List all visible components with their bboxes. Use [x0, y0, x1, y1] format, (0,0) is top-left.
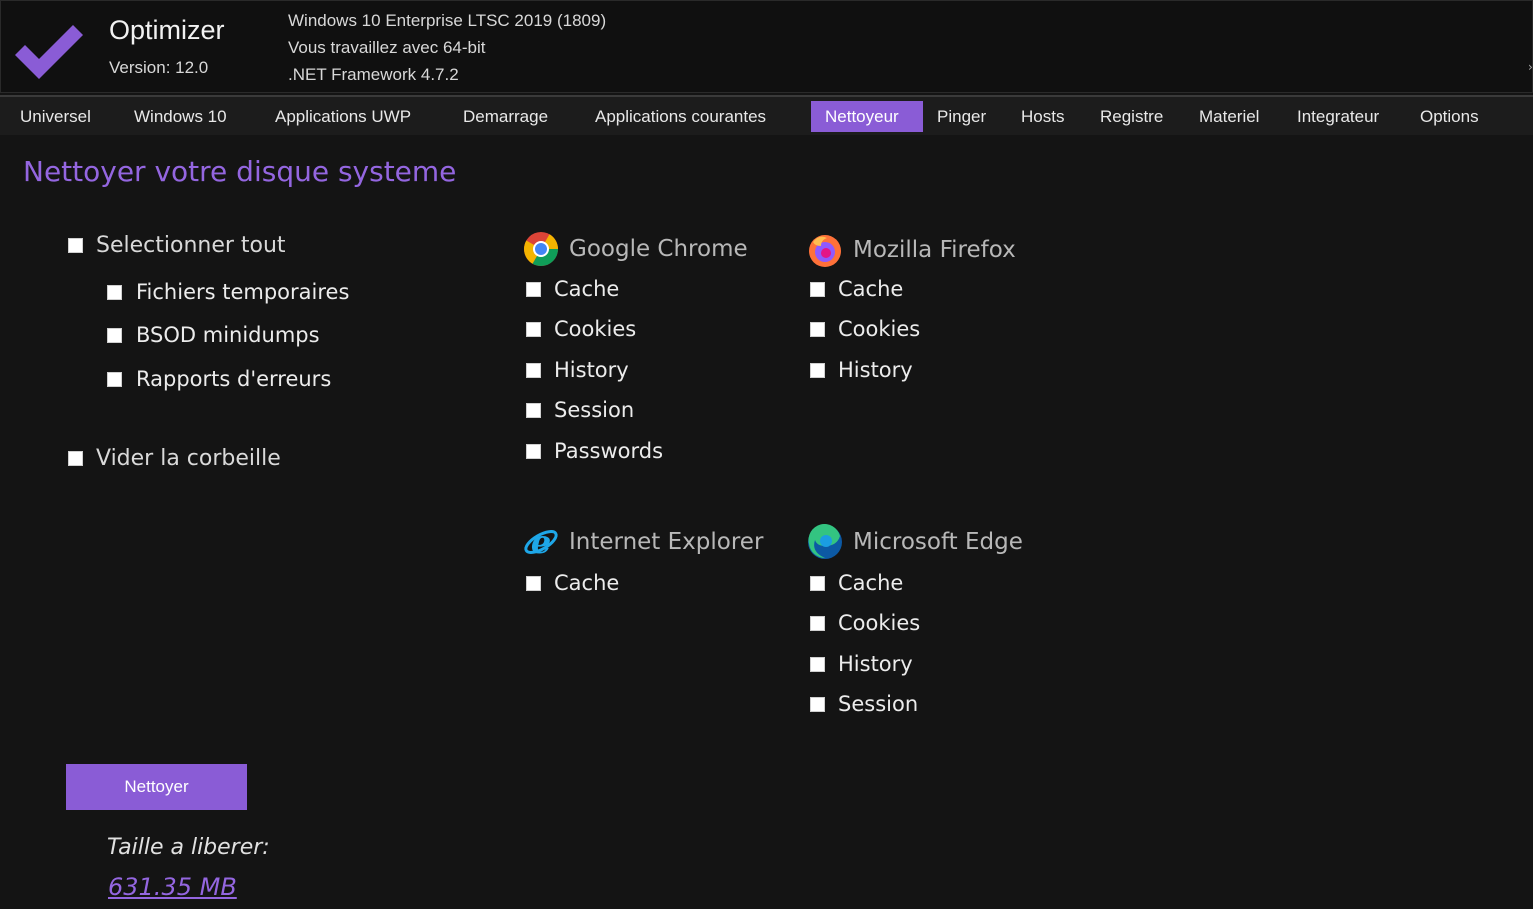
architecture-info: Vous travaillez avec 64-bit [288, 38, 486, 57]
empty-recycle-bin-label: Vider la corbeille [96, 446, 281, 471]
chrome-session-checkbox[interactable] [526, 403, 541, 418]
tab-registre[interactable]: Registre [1086, 101, 1177, 132]
checkmark-logo-icon [15, 25, 83, 79]
tab-applications-uwp[interactable]: Applications UWP [261, 101, 425, 132]
app-version: Version: 12.0 [109, 58, 209, 77]
firefox-cache-checkbox[interactable] [810, 282, 825, 297]
os-info: Windows 10 Enterprise LTSC 2019 (1809) [288, 11, 607, 30]
select-all-checkbox[interactable] [68, 238, 83, 253]
empty-recycle-bin-checkbox[interactable] [68, 451, 83, 466]
tab-bar: Universel Windows 10 Applications UWP De… [0, 95, 1533, 135]
tab-demarrage[interactable]: Demarrage [449, 101, 562, 132]
chrome-history-label: History [554, 358, 629, 382]
firefox-cache-label: Cache [838, 277, 904, 301]
chrome-icon [524, 232, 558, 266]
tab-options[interactable]: Options [1406, 101, 1493, 132]
edge-history-label: History [838, 652, 913, 676]
error-reports-label: Rapports d'erreurs [136, 367, 332, 391]
edge-cache-label: Cache [838, 571, 904, 595]
ie-label: Internet Explorer [569, 529, 764, 555]
edge-icon [808, 524, 842, 559]
firefox-label: Mozilla Firefox [853, 237, 1016, 263]
tab-integrateur[interactable]: Integrateur [1283, 101, 1393, 132]
edge-cache-checkbox[interactable] [810, 576, 825, 591]
firefox-cookies-label: Cookies [838, 317, 921, 341]
edge-section-header: Microsoft Edge [807, 523, 1023, 561]
select-all-label: Selectionner tout [96, 233, 286, 258]
tab-universel[interactable]: Universel [6, 101, 105, 132]
chrome-cache-label: Cache [554, 277, 620, 301]
tab-applications-courantes[interactable]: Applications courantes [581, 101, 780, 132]
bsod-minidumps-checkbox[interactable] [107, 328, 122, 343]
edge-session-label: Session [838, 692, 919, 716]
chrome-section-header: Google Chrome [523, 230, 748, 268]
error-reports-checkbox[interactable] [107, 372, 122, 387]
edge-cookies-checkbox[interactable] [810, 616, 825, 631]
ie-cache-label: Cache [554, 571, 620, 595]
app-header: Optimizer Version: 12.0 Windows 10 Enter… [0, 0, 1533, 93]
free-space-value-link[interactable]: 631.35 MB [108, 873, 237, 901]
edge-label: Microsoft Edge [853, 529, 1023, 555]
edge-history-checkbox[interactable] [810, 657, 825, 672]
chrome-cookies-checkbox[interactable] [526, 322, 541, 337]
edge-session-checkbox[interactable] [810, 697, 825, 712]
temp-files-checkbox[interactable] [107, 285, 122, 300]
chrome-session-label: Session [554, 398, 635, 422]
page-title: Nettoyer votre disque systeme [23, 155, 457, 188]
chrome-cache-checkbox[interactable] [526, 282, 541, 297]
bsod-minidumps-label: BSOD minidumps [136, 323, 320, 347]
tab-nettoyeur[interactable]: Nettoyeur [811, 101, 923, 132]
ie-section-header: e Internet Explorer [523, 523, 763, 561]
chrome-passwords-checkbox[interactable] [526, 444, 541, 459]
tab-windows-10[interactable]: Windows 10 [120, 101, 241, 132]
free-space-label: Taille a liberer: [107, 835, 270, 860]
firefox-section-header: Mozilla Firefox [807, 231, 1016, 269]
firefox-icon [809, 235, 841, 267]
internet-explorer-icon: e [524, 524, 558, 560]
chrome-passwords-label: Passwords [554, 439, 664, 463]
firefox-history-checkbox[interactable] [810, 363, 825, 378]
clean-button[interactable]: Nettoyer [66, 764, 247, 810]
tab-materiel[interactable]: Materiel [1185, 101, 1273, 132]
chrome-history-checkbox[interactable] [526, 363, 541, 378]
ie-cache-checkbox[interactable] [526, 576, 541, 591]
firefox-history-label: History [838, 358, 913, 382]
firefox-cookies-checkbox[interactable] [810, 322, 825, 337]
edge-cookies-label: Cookies [838, 611, 921, 635]
temp-files-label: Fichiers temporaires [136, 280, 350, 304]
window-edge-marker: › [1528, 60, 1533, 74]
app-title: Optimizer [109, 15, 225, 45]
svg-text:e: e [531, 524, 551, 560]
dotnet-info: .NET Framework 4.7.2 [288, 65, 459, 84]
chrome-cookies-label: Cookies [554, 317, 637, 341]
chrome-label: Google Chrome [569, 236, 748, 262]
tab-hosts[interactable]: Hosts [1007, 101, 1078, 132]
tab-pinger[interactable]: Pinger [923, 101, 1000, 132]
